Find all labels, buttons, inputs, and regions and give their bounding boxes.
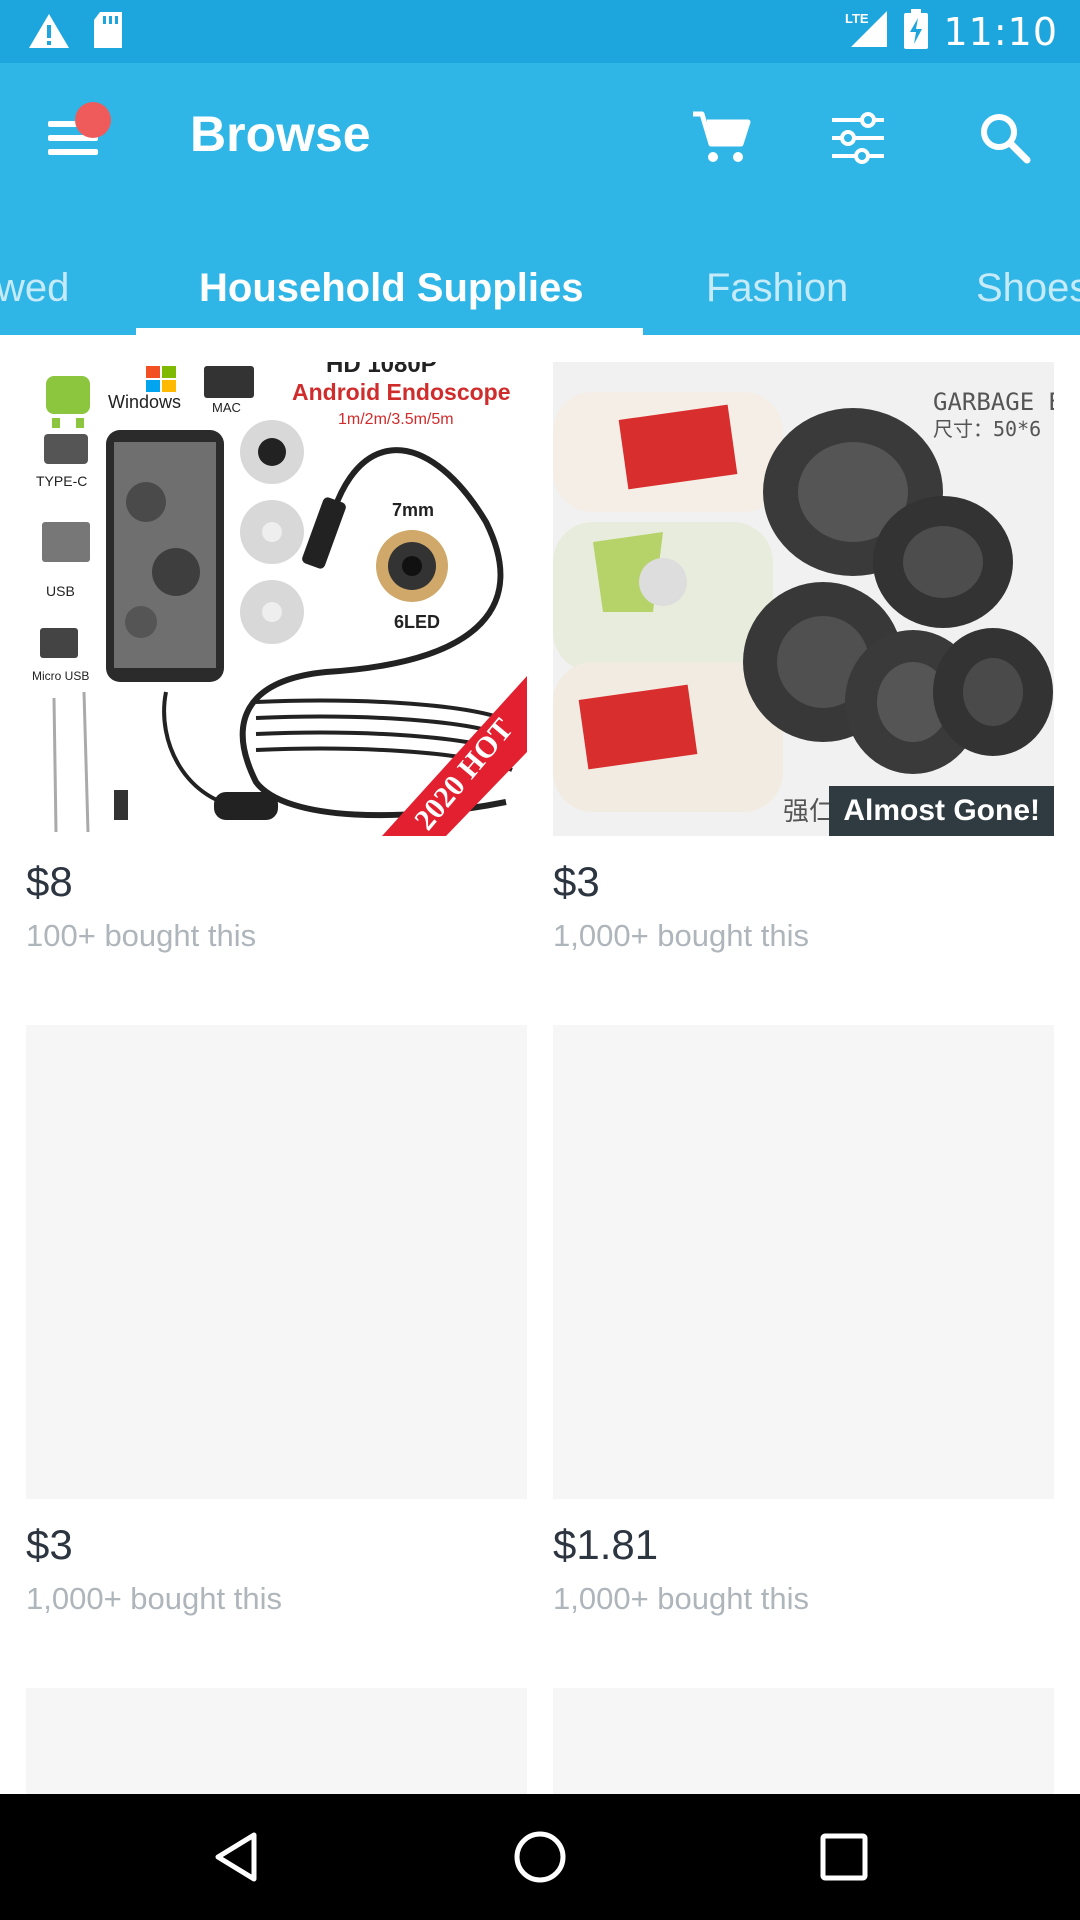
sd-card-icon bbox=[92, 12, 124, 55]
product-bought-count: 100+ bought this bbox=[26, 918, 257, 953]
product-price: $8 bbox=[26, 858, 73, 905]
tab-household-supplies[interactable]: Household Supplies bbox=[199, 241, 583, 335]
svg-text:GARBAGE B: GARBAGE B bbox=[933, 388, 1054, 416]
product-card[interactable] bbox=[553, 1688, 1054, 1794]
svg-text:LTE: LTE bbox=[845, 11, 869, 26]
svg-text:TYPE-C: TYPE-C bbox=[36, 473, 87, 489]
battery-charging-icon bbox=[903, 9, 929, 54]
almost-gone-badge: Almost Gone! bbox=[829, 786, 1054, 836]
filter-button[interactable] bbox=[823, 103, 893, 173]
svg-text:6LED: 6LED bbox=[394, 612, 440, 632]
product-image-placeholder[interactable] bbox=[553, 1688, 1054, 1794]
product-image-placeholder[interactable] bbox=[26, 1025, 527, 1499]
product-card[interactable]: $1.81 1,000+ bought this bbox=[553, 1025, 1054, 1617]
svg-text:HD 1080P: HD 1080P bbox=[326, 362, 437, 378]
back-button[interactable] bbox=[201, 1822, 271, 1892]
product-card[interactable]: GARBAGE B 尺寸：50*6 强仁 Almost Gone! $3 1,0… bbox=[553, 362, 1054, 954]
product-card[interactable] bbox=[26, 1688, 527, 1794]
signal-icon: LTE bbox=[841, 9, 889, 54]
tab-followed[interactable]: wed bbox=[0, 241, 69, 335]
app-bar: Browse wed Household Supplies Fashion Sh… bbox=[0, 63, 1080, 335]
svg-text:Android Endoscope: Android Endoscope bbox=[292, 379, 511, 405]
svg-text:1m/2m/3.5m/5m: 1m/2m/3.5m/5m bbox=[338, 411, 454, 428]
notification-dot bbox=[75, 102, 111, 138]
product-image-placeholder[interactable] bbox=[26, 1688, 527, 1794]
tab-fashion[interactable]: Fashion bbox=[706, 241, 848, 335]
recents-button[interactable] bbox=[809, 1822, 879, 1892]
system-nav-bar bbox=[0, 1794, 1080, 1920]
svg-text:USB: USB bbox=[46, 583, 75, 599]
cart-button[interactable] bbox=[686, 103, 756, 173]
svg-text:尺寸：50*6: 尺寸：50*6 bbox=[933, 417, 1041, 441]
filter-icon bbox=[832, 112, 884, 164]
category-tabs: wed Household Supplies Fashion Shoes bbox=[0, 241, 1080, 335]
svg-text:Windows: Windows bbox=[108, 392, 181, 412]
cart-icon bbox=[693, 111, 751, 162]
back-icon bbox=[215, 1832, 257, 1882]
product-image-placeholder[interactable] bbox=[553, 1025, 1054, 1499]
garbage-bags-illustration: GARBAGE B 尺寸：50*6 强仁 bbox=[553, 388, 1054, 827]
home-icon bbox=[514, 1831, 566, 1883]
svg-text:7mm: 7mm bbox=[392, 500, 434, 520]
endoscope-illustration: Windows MAC HD 1080P Android Endoscope 1… bbox=[32, 362, 527, 836]
svg-text:强仁: 强仁 bbox=[783, 797, 835, 827]
status-bar: LTE 11:10 bbox=[0, 0, 1080, 63]
warning-icon bbox=[28, 13, 70, 54]
tab-indicator bbox=[136, 328, 643, 335]
product-bought-count: 1,000+ bought this bbox=[553, 1581, 809, 1616]
search-icon bbox=[981, 114, 1031, 164]
product-price: $3 bbox=[553, 858, 600, 905]
product-image-garbage-bags[interactable]: GARBAGE B 尺寸：50*6 强仁 Almost Gone! bbox=[553, 362, 1054, 836]
status-time: 11:10 bbox=[943, 9, 1058, 54]
tab-shoes[interactable]: Shoes bbox=[976, 241, 1080, 335]
product-card[interactable]: $3 1,000+ bought this bbox=[26, 1025, 527, 1617]
product-bought-count: 1,000+ bought this bbox=[26, 1581, 282, 1616]
svg-text:Micro USB: Micro USB bbox=[32, 669, 89, 683]
product-image-endoscope[interactable]: Windows MAC HD 1080P Android Endoscope 1… bbox=[26, 362, 527, 836]
recents-icon bbox=[820, 1833, 868, 1881]
product-card[interactable]: Windows MAC HD 1080P Android Endoscope 1… bbox=[26, 362, 527, 954]
product-bought-count: 1,000+ bought this bbox=[553, 918, 809, 953]
product-price: $3 bbox=[26, 1521, 73, 1568]
page-title: Browse bbox=[190, 106, 371, 162]
svg-text:MAC: MAC bbox=[212, 400, 241, 415]
search-button[interactable] bbox=[970, 103, 1040, 173]
product-price: $1.81 bbox=[553, 1521, 659, 1568]
home-button[interactable] bbox=[505, 1822, 575, 1892]
